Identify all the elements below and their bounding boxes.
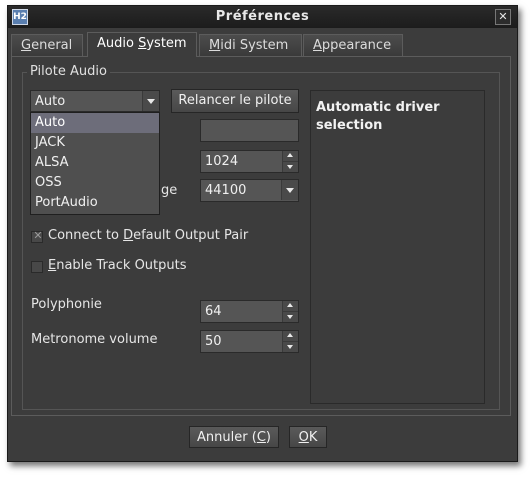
metronome-volume-label: Metronome volume [31, 332, 158, 347]
tab-audio-system[interactable]: Audio System [87, 32, 197, 57]
tab-general[interactable]: General [11, 34, 83, 56]
spin-down-icon[interactable] [282, 342, 298, 352]
sample-rate-select[interactable]: 44100 [200, 179, 299, 202]
spin-up-icon[interactable] [282, 301, 298, 312]
close-icon[interactable]: ✕ [495, 9, 511, 25]
tab-appearance[interactable]: Appearance [303, 34, 403, 56]
spin-down-icon[interactable] [282, 312, 298, 322]
driver-option-portaudio[interactable]: PortAudio [31, 193, 159, 213]
chevron-down-icon [281, 180, 298, 200]
connect-default-output-checkbox[interactable]: ✕ [31, 229, 43, 243]
driver-description-panel: Automatic driver selection [310, 90, 485, 404]
driver-option-oss[interactable]: OSS [31, 173, 159, 193]
tab-midi-system[interactable]: Midi System [199, 34, 302, 56]
connect-default-output-label[interactable]: Connect to Default Output Pair [48, 228, 248, 243]
buffer-size-spinbox[interactable]: 1024 [200, 150, 299, 173]
polyphony-label: Polyphonie [31, 297, 102, 312]
cancel-button[interactable]: Annuler (C) [189, 426, 279, 448]
chevron-down-icon [142, 91, 159, 111]
driver-option-auto[interactable]: Auto [31, 113, 159, 133]
enable-track-outputs-checkbox[interactable] [31, 261, 43, 273]
driver-option-jack[interactable]: JACK [31, 133, 159, 153]
driver-select[interactable]: Auto [30, 90, 160, 112]
title-bar[interactable]: H2 Préférences ✕ [8, 6, 517, 28]
spin-up-icon[interactable] [282, 331, 298, 342]
driver-option-alsa[interactable]: ALSA [31, 153, 159, 173]
window-title: Préférences [215, 9, 310, 24]
check-icon: ✕ [33, 229, 43, 242]
ok-button[interactable]: OK [289, 426, 327, 448]
enable-track-outputs-label[interactable]: Enable Track Outputs [48, 258, 187, 273]
restart-driver-button[interactable]: Relancer le pilote [171, 89, 299, 113]
driver-dropdown-list[interactable]: Auto JACK ALSA OSS PortAudio [30, 112, 160, 215]
spin-down-icon[interactable] [282, 162, 298, 172]
spin-up-icon[interactable] [282, 151, 298, 162]
tab-bar: General Audio System Midi System Appeara… [11, 32, 511, 57]
metronome-volume-spinbox[interactable]: 50 [200, 330, 299, 353]
sample-rate-label: ge [161, 183, 178, 198]
polyphony-spinbox[interactable]: 64 [200, 300, 299, 323]
group-title: Pilote Audio [27, 64, 110, 79]
driver-option-field[interactable] [200, 119, 299, 142]
driver-description: Automatic driver selection [316, 100, 440, 133]
